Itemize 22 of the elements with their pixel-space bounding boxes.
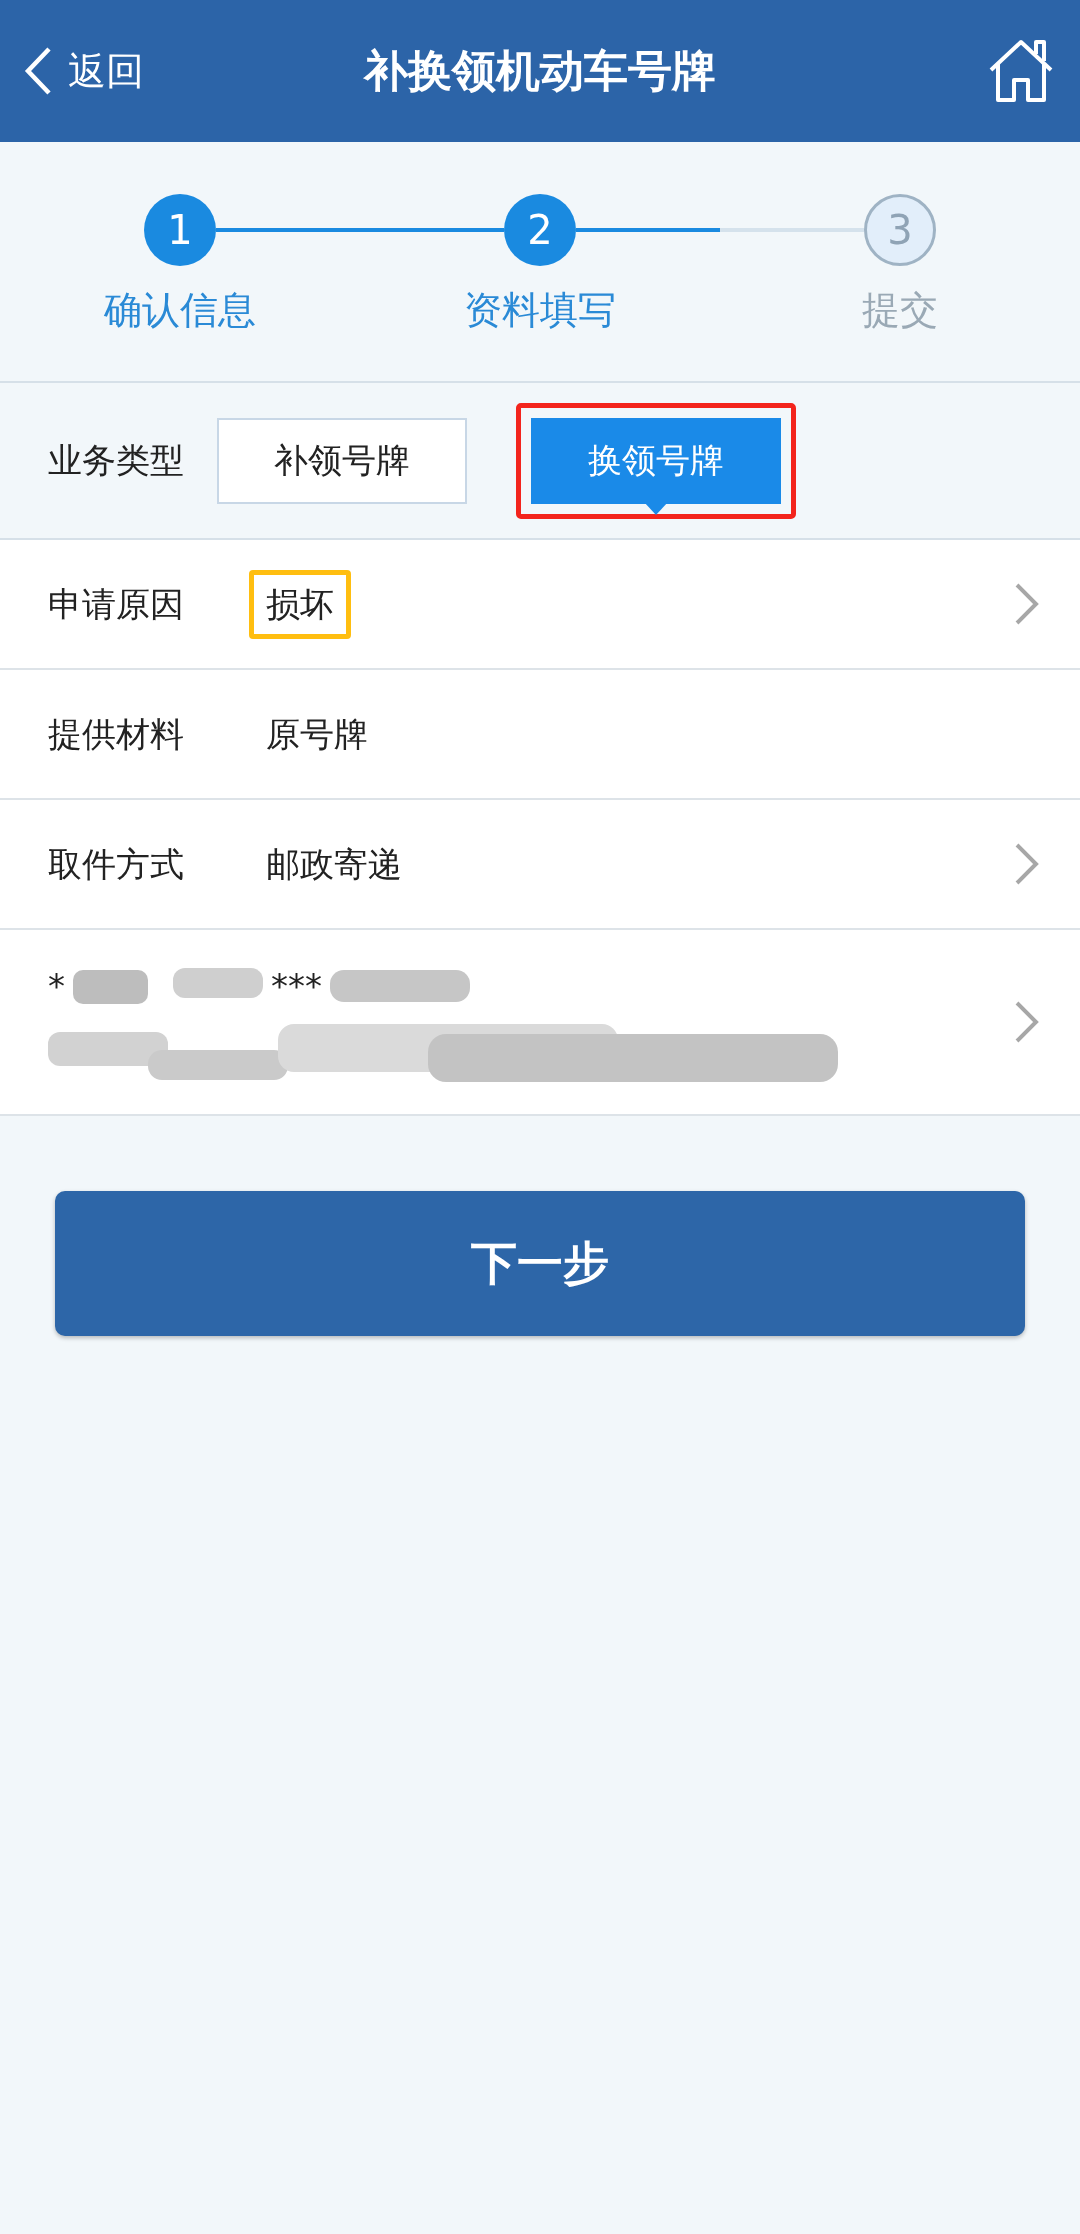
step-label: 确认信息 — [104, 288, 256, 332]
field-value: 原号牌 — [266, 713, 368, 754]
step-number: 1 — [144, 194, 216, 266]
masked-text: * — [48, 964, 65, 1008]
field-label: 业务类型 — [48, 439, 184, 482]
field-value: 损坏 — [266, 583, 334, 624]
masked-text: *** — [271, 964, 322, 1008]
back-button[interactable]: 返回 — [24, 42, 144, 100]
field-value: 邮政寄递 — [266, 843, 402, 884]
field-label: 申请原因 — [48, 582, 185, 626]
page-title: 补换领机动车号牌 — [364, 44, 716, 98]
type-option[interactable]: 补领号牌 — [217, 417, 467, 504]
pointer-icon — [644, 501, 668, 516]
field-label: 取件方式 — [48, 842, 185, 886]
step-label: 提交 — [862, 288, 938, 332]
step-number: 2 — [504, 194, 576, 266]
step-label: 资料填写 — [464, 288, 616, 332]
back-icon — [24, 46, 52, 96]
type-option[interactable]: 换领号牌 — [531, 417, 781, 504]
next-button[interactable]: 下一步 — [55, 1191, 1025, 1336]
step-number: 3 — [864, 194, 936, 266]
field-label: 提供材料 — [48, 712, 185, 756]
